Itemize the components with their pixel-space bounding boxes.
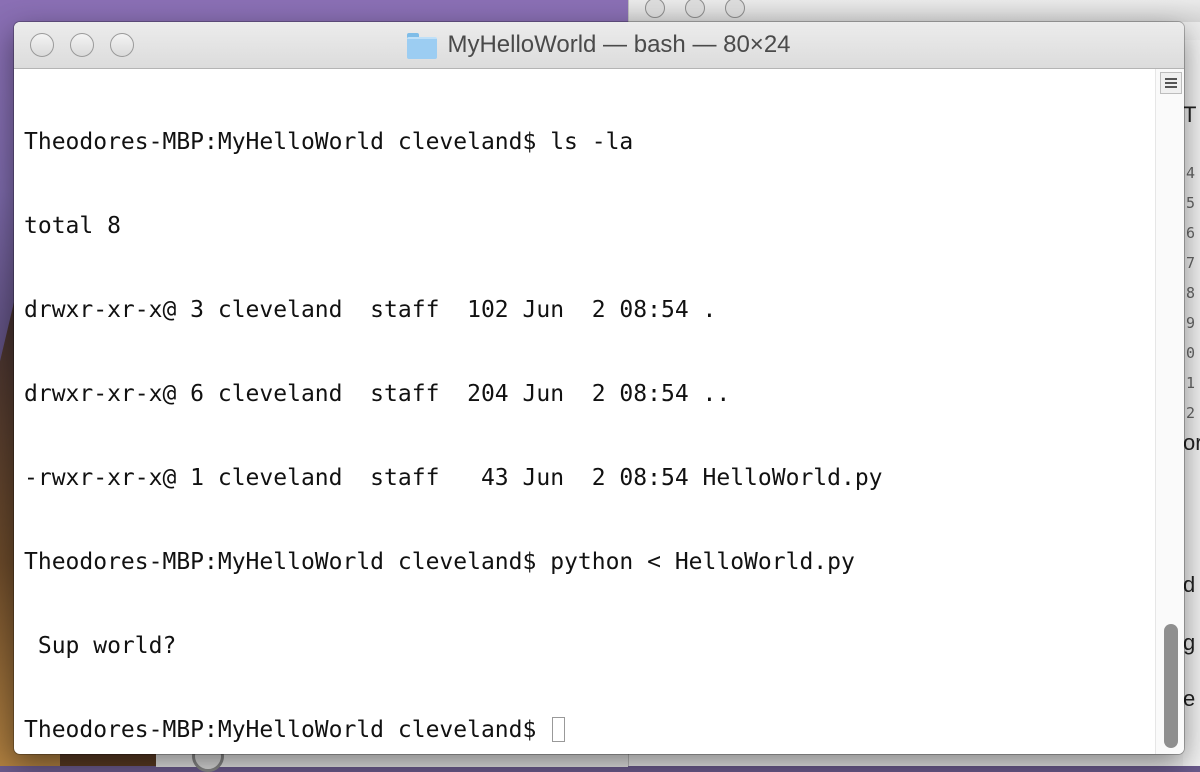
- terminal-line: drwxr-xr-x@ 6 cleveland staff 204 Jun 2 …: [24, 381, 731, 407]
- terminal-line: total 8: [24, 213, 121, 239]
- edge-fragment: T: [1183, 102, 1197, 127]
- edge-line-number: 8: [1186, 284, 1196, 302]
- edge-line-number: 9: [1186, 314, 1196, 332]
- terminal-window[interactable]: MyHelloWorld — bash — 80×24 Theodores-MB…: [14, 22, 1184, 754]
- background-window-titlebar[interactable]: [629, 0, 1200, 22]
- edge-fragment: e: [1183, 686, 1196, 711]
- terminal-line: Sup world?: [24, 633, 177, 659]
- terminal-line: Theodores-MBP:MyHelloWorld cleveland$ py…: [24, 549, 855, 575]
- edge-line-number: 2: [1186, 404, 1196, 422]
- split-pane-icon[interactable]: [1160, 72, 1182, 94]
- edge-line-number: 0: [1186, 344, 1196, 362]
- terminal-line: drwxr-xr-x@ 3 cleveland staff 102 Jun 2 …: [24, 297, 717, 323]
- scrollbar-thumb[interactable]: [1164, 624, 1178, 748]
- window-title: MyHelloWorld — bash — 80×24: [14, 22, 1184, 68]
- edge-line-number: 4: [1186, 164, 1196, 182]
- folder-icon: [407, 33, 438, 59]
- edge-fragment: or: [1183, 430, 1200, 455]
- terminal-output[interactable]: Theodores-MBP:MyHelloWorld cleveland$ ls…: [24, 72, 1150, 754]
- edge-line-number: 1: [1186, 374, 1196, 392]
- edge-fragment: d: [1183, 572, 1196, 597]
- terminal-prompt: Theodores-MBP:MyHelloWorld cleveland$: [24, 717, 551, 743]
- edge-line-number: 5: [1186, 194, 1196, 212]
- terminal-line: Theodores-MBP:MyHelloWorld cleveland$ ls…: [24, 129, 634, 155]
- background-window-edge: T 4 5 6 7 8 9 0 1 2 or d g e: [1183, 40, 1200, 766]
- text-cursor: [552, 717, 566, 742]
- terminal-line: -rwxr-xr-x@ 1 cleveland staff 43 Jun 2 0…: [24, 465, 883, 491]
- edge-line-number: 6: [1186, 224, 1196, 242]
- terminal-titlebar[interactable]: MyHelloWorld — bash — 80×24: [14, 22, 1184, 69]
- window-title-text: MyHelloWorld — bash — 80×24: [447, 31, 791, 58]
- edge-line-number: 7: [1186, 254, 1196, 272]
- edge-fragment: g: [1183, 630, 1196, 655]
- terminal-prompt-line[interactable]: Theodores-MBP:MyHelloWorld cleveland$: [24, 716, 1150, 744]
